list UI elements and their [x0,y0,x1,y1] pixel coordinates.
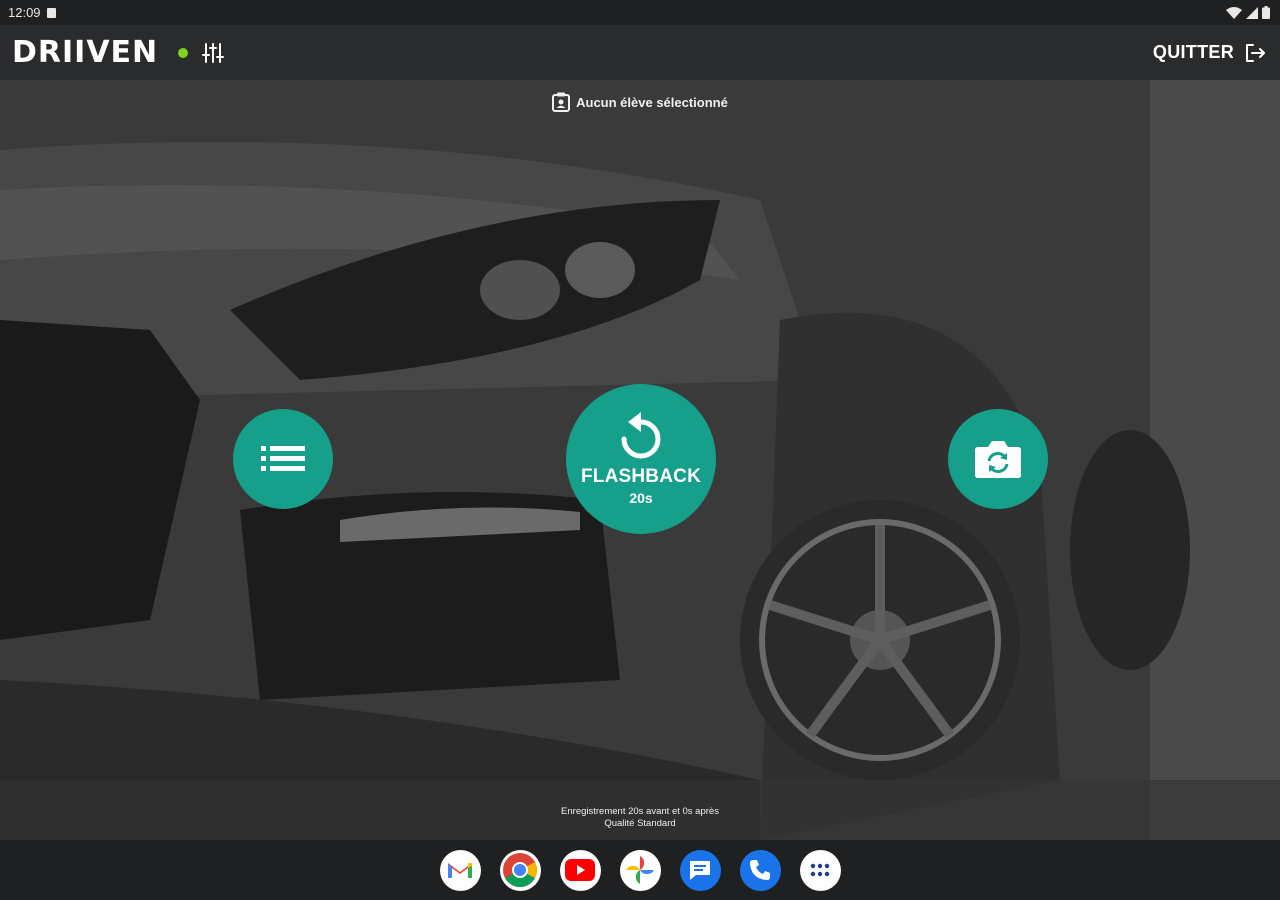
phone-icon [750,860,770,880]
recordings-list-button[interactable] [233,409,333,509]
camera-preview: Aucun élève sélectionné FLASHBACK 20s En [0,80,1280,840]
replay-icon [621,412,661,459]
connection-status-dot [178,47,189,58]
status-right [1226,6,1270,19]
clock: 12:09 [8,5,41,20]
flashback-label: FLASHBACK [580,466,701,487]
app-drawer[interactable] [799,849,841,891]
chrome-icon [503,853,537,887]
system-status-bar: 12:09 [0,0,1280,25]
recording-duration-text: Enregistrement 20s avant et 0s après [561,806,719,817]
quit-button[interactable]: QUITTER [1153,42,1266,64]
recording-settings-info: Enregistrement 20s avant et 0s après Qua… [0,806,1280,830]
gmail-app[interactable] [439,849,481,891]
header-left: DRIIVEN [12,35,225,70]
app-drawer-icon [810,863,830,877]
phone-app[interactable] [739,849,781,891]
messages-icon [690,861,710,880]
app-header: DRIIVEN QUITTER [0,25,1280,80]
flashback-button[interactable]: FLASHBACK 20s [566,384,716,534]
notification-icon [46,7,56,18]
chrome-app[interactable] [499,849,541,891]
clipboard-user-icon [552,92,571,112]
recording-quality-text: Qualité Standard [604,818,676,829]
quit-label: QUITTER [1152,42,1234,62]
messages-app[interactable] [679,849,721,891]
battery-icon [1262,6,1270,19]
list-icon [261,446,305,471]
settings-sliders-icon[interactable] [202,42,225,64]
student-label: Aucun élève sélectionné [576,94,728,110]
photos-icon [626,856,654,884]
signal-icon [1246,6,1258,19]
camera-switch-icon [975,441,1021,478]
switch-camera-button[interactable] [948,409,1048,509]
student-selector[interactable]: Aucun élève sélectionné [0,92,1280,112]
logout-icon [1246,43,1265,62]
gmail-icon [448,863,472,878]
youtube-app[interactable] [559,849,601,891]
android-taskbar [0,840,1280,900]
wifi-icon [1226,6,1242,19]
driiven-logo: DRIIVEN [12,35,159,70]
photos-app[interactable] [619,849,661,891]
status-left: 12:09 [8,5,56,20]
youtube-icon [565,859,595,881]
flashback-duration: 20s [629,490,653,506]
